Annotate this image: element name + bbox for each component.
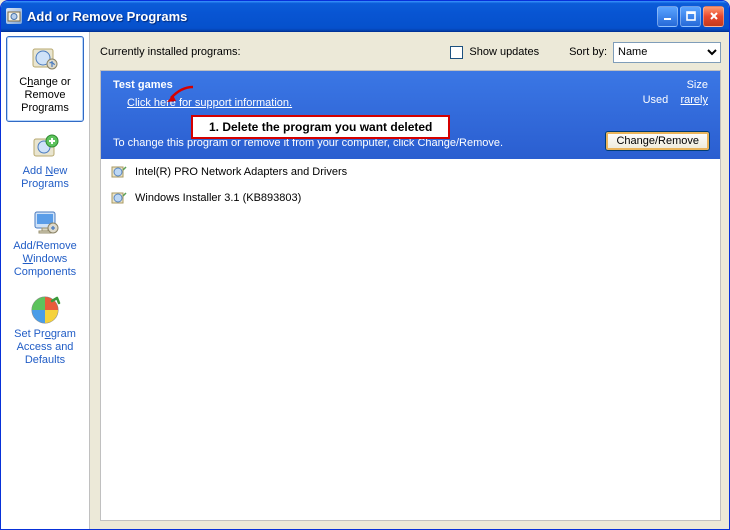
window-title: Add or Remove Programs xyxy=(27,9,187,24)
list-item[interactable]: Windows Installer 3.1 (KB893803) xyxy=(101,185,720,211)
sidebar-item-add-new[interactable]: Add NewPrograms xyxy=(6,126,84,197)
show-updates-label: Show updates xyxy=(469,46,539,58)
sidebar: Change orRemovePrograms Add NewPrograms xyxy=(1,32,90,529)
program-name: Test games xyxy=(113,79,173,91)
selected-program-item[interactable]: Test games Size Click here for support i… xyxy=(101,71,720,159)
programs-list[interactable]: Test games Size Click here for support i… xyxy=(100,70,721,521)
program-icon xyxy=(111,190,127,206)
windows-components-icon xyxy=(29,206,61,238)
sidebar-item-label: Set ProgramAccess andDefaults xyxy=(8,328,82,367)
add-remove-programs-window: Add or Remove Programs xyxy=(0,0,730,530)
content-area: Currently installed programs: Show updat… xyxy=(90,32,729,529)
sidebar-item-program-access[interactable]: Set ProgramAccess andDefaults xyxy=(6,289,84,373)
sidebar-item-windows-components[interactable]: Add/RemoveWindowsComponents xyxy=(6,201,84,285)
program-icon xyxy=(111,164,127,180)
close-button[interactable] xyxy=(703,6,724,27)
program-name: Windows Installer 3.1 (KB893803) xyxy=(135,192,301,204)
add-new-icon xyxy=(29,131,61,163)
sidebar-item-label: Add/RemoveWindowsComponents xyxy=(8,240,82,279)
annotation-callout: 1. Delete the program you want deleted xyxy=(191,115,450,139)
used-value-link[interactable]: rarely xyxy=(680,94,708,106)
sort-by-dropdown[interactable]: Name xyxy=(613,42,721,63)
sidebar-item-change-remove[interactable]: Change orRemovePrograms xyxy=(6,36,84,122)
minimize-button[interactable] xyxy=(657,6,678,27)
current-programs-label: Currently installed programs: xyxy=(100,46,241,58)
maximize-button[interactable] xyxy=(680,6,701,27)
size-label: Size xyxy=(687,79,708,91)
change-remove-button[interactable]: Change/Remove xyxy=(605,131,710,151)
toolbar: Currently installed programs: Show updat… xyxy=(100,40,721,64)
change-remove-icon xyxy=(29,42,61,74)
support-link[interactable]: Click here for support information. xyxy=(113,97,292,109)
used-label: Used xyxy=(643,94,669,106)
sort-by-label: Sort by: xyxy=(569,46,607,58)
list-item[interactable]: Intel(R) PRO Network Adapters and Driver… xyxy=(101,159,720,185)
program-name: Intel(R) PRO Network Adapters and Driver… xyxy=(135,166,347,178)
app-icon xyxy=(6,8,22,24)
checkbox-box xyxy=(450,46,463,59)
show-updates-checkbox[interactable]: Show updates xyxy=(450,46,539,59)
sidebar-item-label: Add NewPrograms xyxy=(8,165,82,191)
titlebar[interactable]: Add or Remove Programs xyxy=(1,1,729,31)
program-access-icon xyxy=(29,294,61,326)
sidebar-item-label: Change orRemovePrograms xyxy=(9,76,81,115)
